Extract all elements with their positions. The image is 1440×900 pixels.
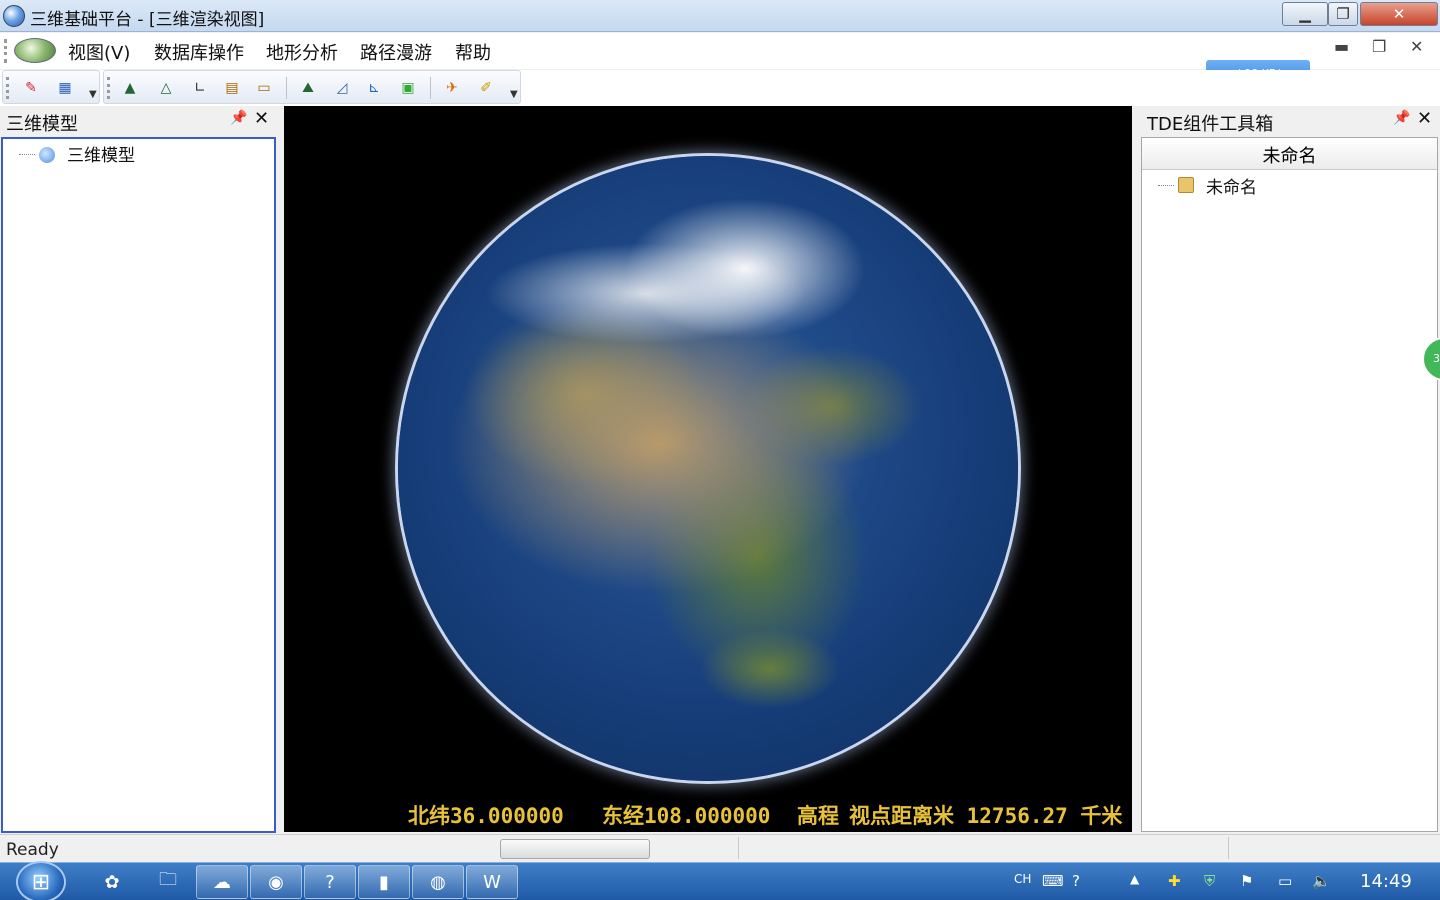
mdi-close-button[interactable]: ✕ <box>1410 37 1423 56</box>
terrain-tool-icon[interactable]: ▲ <box>118 77 142 99</box>
tree-connector <box>19 154 35 155</box>
toolbar-overflow-icon-2[interactable]: ▼ <box>510 89 518 100</box>
clock[interactable]: 14:49 <box>1360 871 1412 892</box>
earth-globe[interactable] <box>398 156 1018 781</box>
landscape-icon[interactable]: ▦ <box>53 77 77 99</box>
app-logo-icon[interactable] <box>14 38 56 63</box>
status-text: Ready <box>6 840 59 860</box>
left-panel-close-button[interactable]: ✕ <box>254 108 269 129</box>
menu-database[interactable]: 数据库操作 <box>154 39 244 65</box>
file-explorer-icon[interactable]: 🗀 <box>142 865 194 899</box>
sight-line-icon[interactable]: ◿ <box>330 77 354 99</box>
brush-tool-icon[interactable]: ✐ <box>474 77 498 99</box>
restore-button[interactable]: ❐ <box>1328 2 1358 26</box>
status-pane-divider-2 <box>1228 837 1229 859</box>
menu-terrain-analysis[interactable]: 地形分析 <box>266 39 338 65</box>
action-center-flag-icon[interactable]: ⚑ <box>1240 872 1253 890</box>
right-panel: TDE组件工具箱 📌 ✕ 未命名 未命名 <box>1137 106 1440 834</box>
menu-path-roaming[interactable]: 路径漫游 <box>360 39 432 65</box>
status-pane-divider <box>738 837 739 859</box>
3d-render-view[interactable]: 北纬36.000000 东经108.000000 高程 视点距离米 12756.… <box>284 106 1132 832</box>
north-terrain-icon[interactable]: △ <box>154 77 178 99</box>
toolbar-group-1: ✎ ▦ ▼ <box>2 70 100 104</box>
tools-app-icon[interactable]: ▮ <box>358 865 410 899</box>
folder-icon <box>1178 177 1194 193</box>
model-tree: 三维模型 <box>1 137 276 833</box>
view-distance-readout: 视点距离米 12756.27 千米 <box>849 804 1123 828</box>
measure-tool-icon[interactable]: ▭ <box>252 77 276 99</box>
tree-connector <box>1158 185 1174 186</box>
path-tool-icon[interactable]: ✎ <box>19 77 43 99</box>
model-node-icon <box>39 147 55 163</box>
elevation-readout: 高程 <box>797 804 839 828</box>
help-app-icon[interactable]: ? <box>304 865 356 899</box>
pin-icon[interactable]: 📌 <box>1393 110 1410 126</box>
mdi-minimize-button[interactable]: ▬ <box>1334 37 1349 56</box>
tree-node-label[interactable]: 三维模型 <box>67 141 135 166</box>
toolbar-separator-2 <box>430 77 431 99</box>
window-title: 三维基础平台 - [三维渲染视图] <box>30 10 265 30</box>
minimize-button[interactable]: ▁ <box>1282 2 1328 26</box>
toolbar-overflow-icon[interactable]: ▼ <box>89 89 97 100</box>
menu-grip[interactable] <box>4 39 7 63</box>
toolbar: ✎ ▦ ▼ ▲ △ ∟ ▤ ▭ ⛰ ◿ ⊾ ▣ ✈ ✐ ▼ <box>0 70 1440 106</box>
shield-icon[interactable]: ⛨ <box>1204 872 1215 890</box>
toolbar-separator <box>286 77 287 99</box>
close-button[interactable]: ✕ <box>1360 2 1438 26</box>
slope-tool-icon[interactable]: ⛰ <box>296 77 320 99</box>
security-plus-icon[interactable]: ✚ <box>1168 872 1181 890</box>
right-panel-title: TDE组件工具箱 <box>1147 114 1274 135</box>
app-launcher-icon[interactable]: ✿ <box>86 865 138 899</box>
browser-icon[interactable]: ◉ <box>250 865 302 899</box>
mdi-restore-button[interactable]: ❐ <box>1372 37 1386 56</box>
network-icon[interactable]: ▭ <box>1278 872 1292 890</box>
component-toolbox: 未命名 未命名 <box>1141 137 1438 832</box>
left-panel-title: 三维模型 <box>6 114 78 135</box>
elevation-axis-icon[interactable]: ⊾ <box>362 77 386 99</box>
progress-scrollbar[interactable] <box>500 839 650 859</box>
toolbar-grip-2[interactable] <box>107 77 110 99</box>
left-panel: 三维模型 📌 ✕ 三维模型 <box>0 106 280 834</box>
toolbar-group-2: ▲ △ ∟ ▤ ▭ ⛰ ◿ ⊾ ▣ ✈ ✐ ▼ <box>103 70 521 104</box>
image-layer-icon[interactable]: ▣ <box>396 77 420 99</box>
status-bar: Ready <box>0 834 1440 862</box>
longitude-readout: 东经108.000000 <box>602 804 771 828</box>
taskbar: ⊞ ✿ 🗀 ☁ ◉ ? ▮ ◍ W CH ⌨ ? ▲ ✚ ⛨ ⚑ ▭ 🔈 14:… <box>0 861 1440 900</box>
axis-chart-icon[interactable]: ∟ <box>188 77 212 99</box>
menu-view[interactable]: 视图(V) <box>68 39 130 65</box>
toolbar-grip[interactable] <box>6 77 9 99</box>
title-bar: 三维基础平台 - [三维渲染视图] ▁ ❐ ✕ <box>0 0 1440 32</box>
tray-expand-icon[interactable]: ▲ <box>1130 872 1139 886</box>
tree-node-label[interactable]: 未命名 <box>1206 173 1257 198</box>
word-app-icon[interactable]: W <box>466 865 518 899</box>
volume-icon[interactable]: 🔈 <box>1312 872 1331 890</box>
flight-tool-icon[interactable]: ✈ <box>440 77 464 99</box>
right-panel-close-button[interactable]: ✕ <box>1417 108 1432 129</box>
app-icon[interactable] <box>3 5 25 27</box>
menu-help[interactable]: 帮助 <box>455 39 491 65</box>
profile-tool-icon[interactable]: ▤ <box>220 77 244 99</box>
start-button[interactable]: ⊞ <box>16 861 66 900</box>
keyboard-icon[interactable]: ⌨ <box>1042 872 1064 890</box>
input-language[interactable]: CH <box>1014 872 1031 886</box>
help-tray-icon[interactable]: ? <box>1072 872 1080 890</box>
column-header[interactable]: 未命名 <box>1142 138 1437 170</box>
pin-icon[interactable]: 📌 <box>230 110 247 126</box>
globe-app-icon[interactable]: ◍ <box>412 865 464 899</box>
cloud-app-icon[interactable]: ☁ <box>196 865 248 899</box>
latitude-readout: 北纬36.000000 <box>408 804 564 828</box>
